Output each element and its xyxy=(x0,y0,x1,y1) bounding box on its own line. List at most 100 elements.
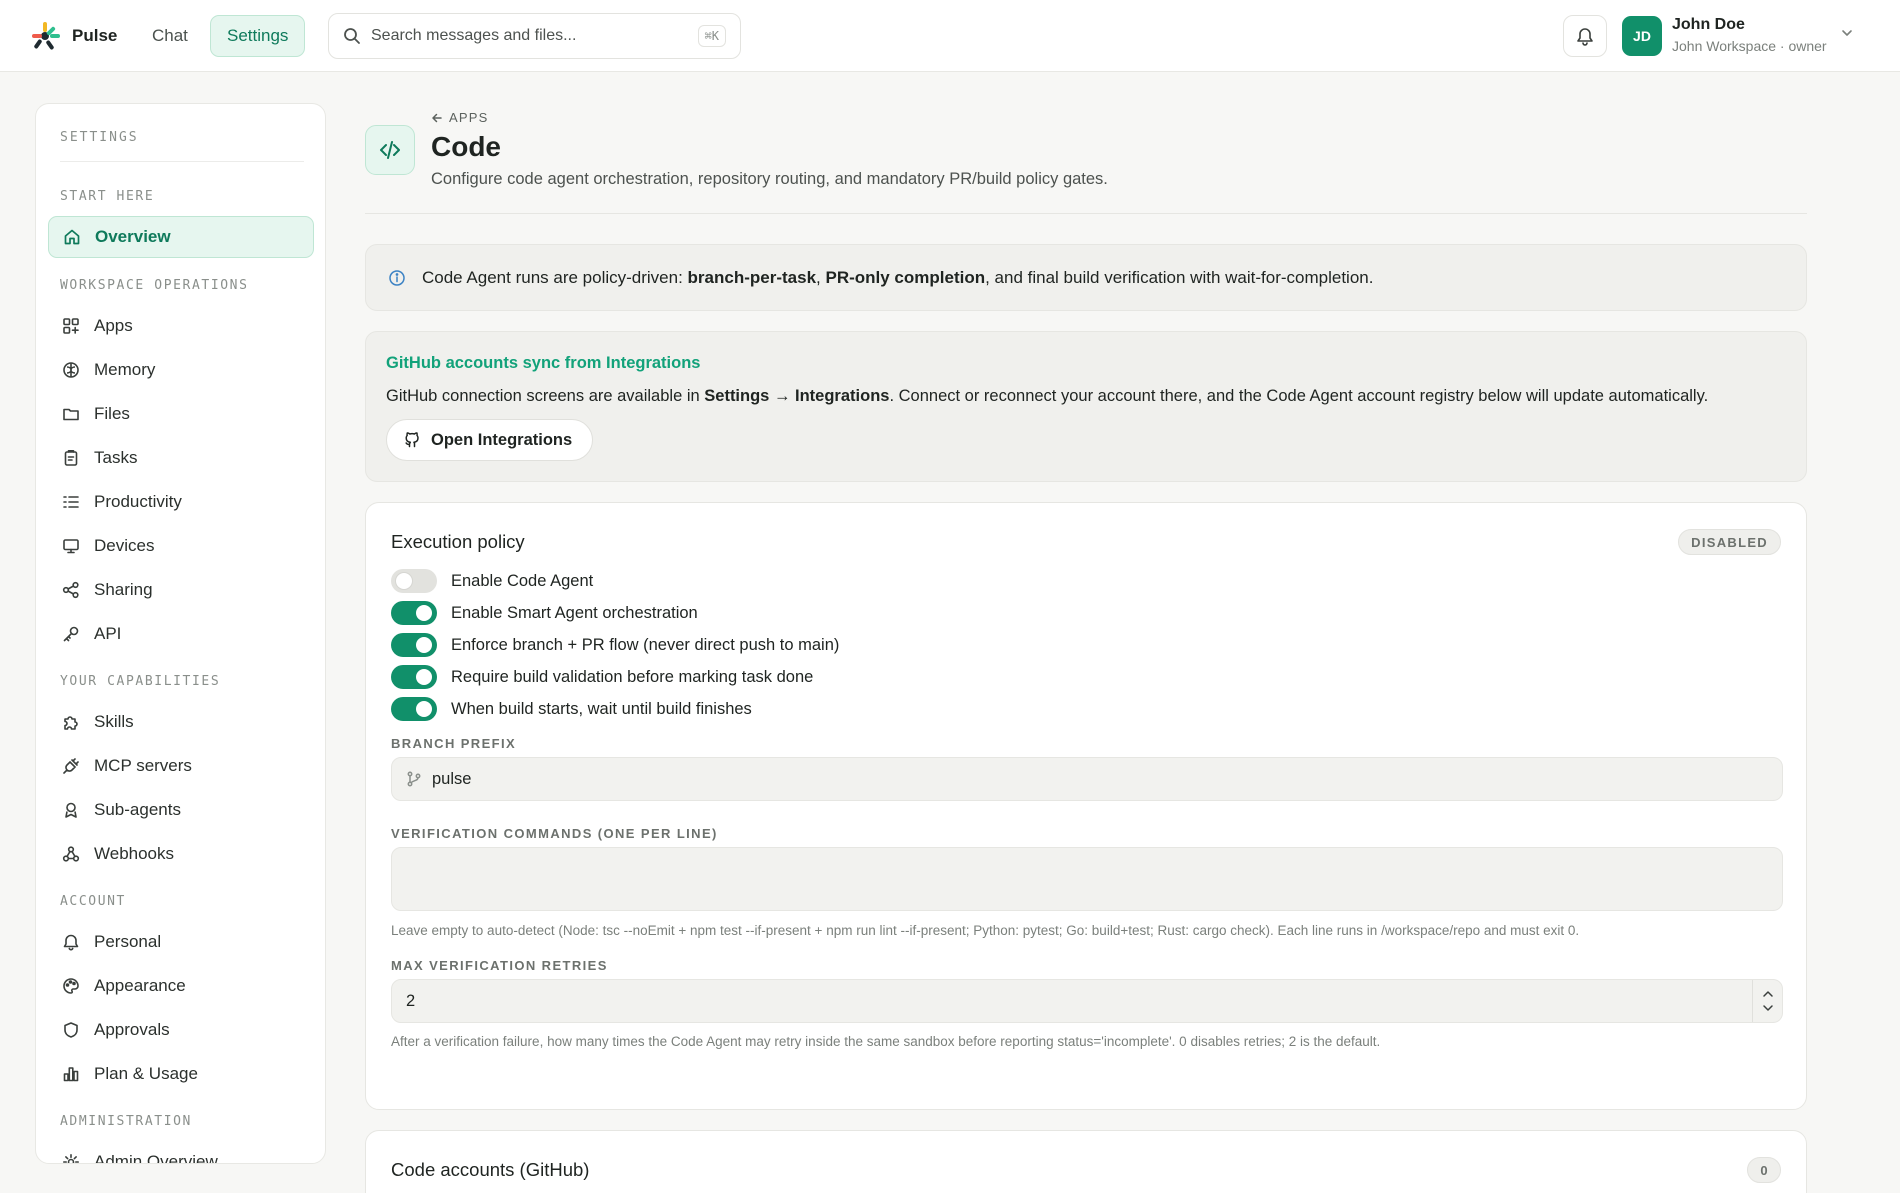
sidebar-item-plan-usage[interactable]: Plan & Usage xyxy=(48,1053,314,1095)
sidebar-item-mcp-servers[interactable]: MCP servers xyxy=(48,745,314,787)
brand[interactable]: Pulse xyxy=(28,20,117,52)
bot-icon xyxy=(62,801,80,819)
sidebar-item-approvals[interactable]: Approvals xyxy=(48,1009,314,1051)
nav-settings[interactable]: Settings xyxy=(210,15,306,57)
search-bar[interactable]: ⌘K xyxy=(328,13,741,59)
sidebar-item-label: Skills xyxy=(94,712,134,731)
sidebar-item-devices[interactable]: Devices xyxy=(48,525,314,567)
sidebar-item-skills[interactable]: Skills xyxy=(48,701,314,743)
section-your-capabilities: YOUR CAPABILITIES xyxy=(60,674,221,689)
quantity-stepper[interactable] xyxy=(1752,980,1782,1022)
sidebar-item-label: API xyxy=(94,624,122,643)
sidebar-item-tasks[interactable]: Tasks xyxy=(48,437,314,479)
nav-chat[interactable]: Chat xyxy=(140,16,200,56)
chevron-up-icon[interactable] xyxy=(1762,990,1774,998)
sidebar-item-sharing[interactable]: Sharing xyxy=(48,569,314,611)
sidebar-item-label: Devices xyxy=(94,536,155,555)
brain-icon xyxy=(62,361,80,379)
sidebar-item-sub-agents[interactable]: Sub-agents xyxy=(48,789,314,831)
max-retries-field[interactable] xyxy=(391,979,1783,1023)
bell-icon xyxy=(1576,26,1594,46)
verification-commands-textarea[interactable] xyxy=(392,848,1782,910)
sidebar-item-api[interactable]: API xyxy=(48,613,314,655)
sidebar-item-admin-overview[interactable]: Admin Overview xyxy=(48,1141,314,1163)
github-icon xyxy=(403,431,421,449)
toggle-row-smart-agent: Enable Smart Agent orchestration xyxy=(391,600,698,626)
build-validation-toggle[interactable] xyxy=(391,665,437,689)
section-workspace-operations: WORKSPACE OPERATIONS xyxy=(60,278,249,293)
list-check-icon xyxy=(62,493,80,511)
sidebar-item-label: Sub-agents xyxy=(94,800,181,819)
enable-code-agent-toggle[interactable] xyxy=(391,569,437,593)
home-icon xyxy=(63,228,81,246)
toggle-label: When build starts, wait until build fini… xyxy=(451,699,752,718)
user-workspace: John Workspace · owner xyxy=(1672,38,1827,54)
monitor-icon xyxy=(62,537,80,555)
folder-icon xyxy=(62,405,80,423)
open-integrations-button[interactable]: Open Integrations xyxy=(386,419,594,461)
sidebar-item-label: Apps xyxy=(94,316,133,335)
plug-icon xyxy=(62,757,80,775)
sidebar-item-apps[interactable]: Apps xyxy=(48,305,314,347)
arrow-left-icon xyxy=(431,112,443,124)
sidebar-item-label: Personal xyxy=(94,932,162,951)
smart-agent-toggle[interactable] xyxy=(391,601,437,625)
user-name[interactable]: John Doe xyxy=(1672,16,1745,34)
execution-policy-card: Execution policy DISABLED Enable Code Ag… xyxy=(365,502,1807,1110)
avatar[interactable]: JD xyxy=(1622,16,1662,56)
top-bar: Pulse Chat Settings ⌘K JD John Doe John … xyxy=(0,0,1900,72)
sidebar-item-label: MCP servers xyxy=(94,756,192,775)
notifications-button[interactable] xyxy=(1563,15,1607,57)
sidebar-item-label: Sharing xyxy=(94,580,153,599)
branch-prefix-field[interactable] xyxy=(391,757,1783,801)
code-accounts-card: Code accounts (GitHub) 0 xyxy=(365,1130,1807,1193)
sidebar-item-appearance[interactable]: Appearance xyxy=(48,965,314,1007)
verification-help-text: Leave empty to auto-detect (Node: tsc --… xyxy=(391,923,1580,938)
sync-description: GitHub connection screens are available … xyxy=(386,387,1709,405)
toggle-label: Enforce branch + PR flow (never direct p… xyxy=(451,635,840,654)
section-start-here: START HERE xyxy=(60,189,155,204)
max-retries-input[interactable] xyxy=(406,991,1746,1011)
search-input[interactable] xyxy=(371,27,688,45)
wait-build-toggle[interactable] xyxy=(391,697,437,721)
clipboard-icon xyxy=(62,449,80,467)
settings-sidebar: SETTINGS START HERE Overview WORKSPACE O… xyxy=(35,103,326,1164)
back-to-apps-link[interactable]: APPS xyxy=(431,110,488,125)
toggle-row-build-validation: Require build validation before marking … xyxy=(391,664,813,690)
toggle-row-wait-build: When build starts, wait until build fini… xyxy=(391,696,752,722)
toggle-label: Enable Smart Agent orchestration xyxy=(451,603,698,622)
toggle-label: Enable Code Agent xyxy=(451,571,594,590)
section-account: ACCOUNT xyxy=(60,894,126,909)
accounts-count-badge: 0 xyxy=(1747,1157,1781,1183)
execution-policy-title: Execution policy xyxy=(391,531,525,552)
sidebar-item-personal[interactable]: Personal xyxy=(48,921,314,963)
search-icon xyxy=(343,27,361,45)
toggle-row-branch-pr: Enforce branch + PR flow (never direct p… xyxy=(391,632,839,658)
info-text: Code Agent runs are policy-driven: branc… xyxy=(422,267,1374,287)
sidebar-item-webhooks[interactable]: Webhooks xyxy=(48,833,314,875)
sidebar-item-files[interactable]: Files xyxy=(48,393,314,435)
chevron-down-icon[interactable] xyxy=(1762,1004,1774,1012)
branch-prefix-input[interactable] xyxy=(432,769,1782,789)
sidebar-item-productivity[interactable]: Productivity xyxy=(48,481,314,523)
sidebar-item-label: Overview xyxy=(95,227,171,246)
search-shortcut: ⌘K xyxy=(697,25,726,47)
max-retries-label: MAX VERIFICATION RETRIES xyxy=(391,958,608,973)
sidebar-item-label: Memory xyxy=(94,360,156,379)
page-subtitle: Configure code agent orchestration, repo… xyxy=(431,170,1108,188)
branch-pr-toggle[interactable] xyxy=(391,633,437,657)
toggle-row-enable-code-agent: Enable Code Agent xyxy=(391,568,593,594)
sidebar-item-label: Productivity xyxy=(94,492,182,511)
sidebar-item-memory[interactable]: Memory xyxy=(48,349,314,391)
shield-icon xyxy=(62,1021,80,1039)
policy-info-banner: Code Agent runs are policy-driven: branc… xyxy=(365,244,1807,311)
verification-commands-field[interactable] xyxy=(391,847,1783,911)
info-icon xyxy=(388,269,406,287)
sidebar-title: SETTINGS xyxy=(60,130,139,145)
apps-grid-icon xyxy=(62,317,80,335)
sidebar-item-label: Approvals xyxy=(94,1020,170,1039)
section-administration: ADMINISTRATION xyxy=(60,1114,192,1129)
chevron-down-icon[interactable] xyxy=(1840,28,1854,38)
bell-icon xyxy=(62,933,80,951)
sidebar-item-overview[interactable]: Overview xyxy=(48,216,314,258)
